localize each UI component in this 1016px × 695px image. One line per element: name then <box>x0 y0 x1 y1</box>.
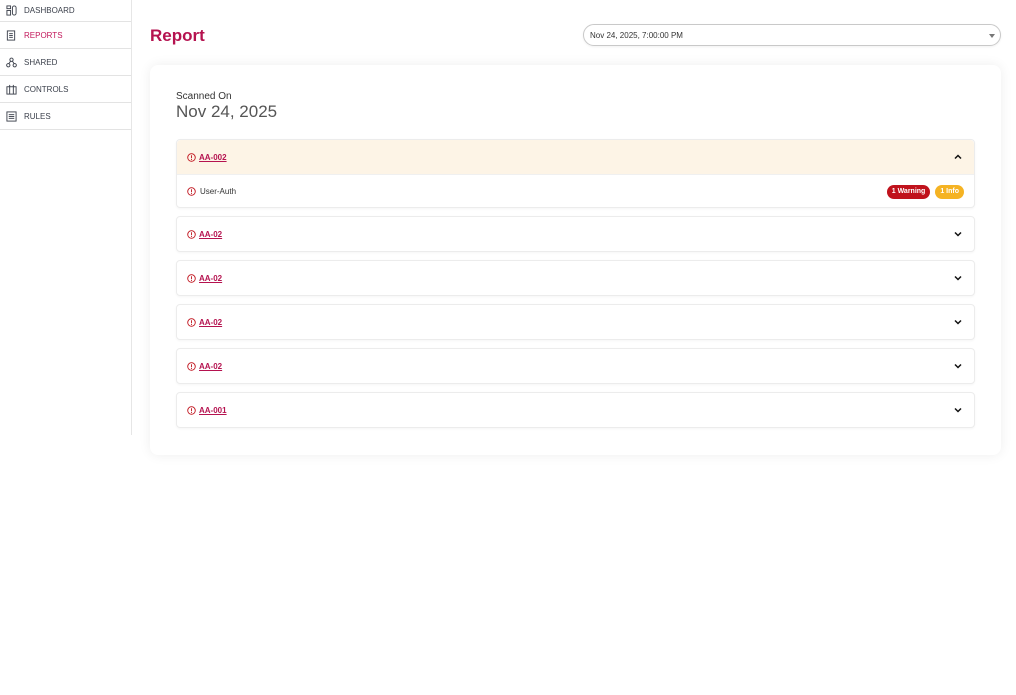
accordion-title-link[interactable]: AA-02 <box>199 318 222 327</box>
sidebar-item-rules[interactable]: RULES <box>0 103 131 130</box>
accordion-group: AA-02 <box>176 216 975 252</box>
alert-icon <box>187 317 196 327</box>
chevron-down-icon[interactable] <box>953 361 963 371</box>
accordion-group: AA-001 <box>176 392 975 428</box>
sidebar-item-controls[interactable]: CONTROLS <box>0 76 131 103</box>
accordion-title-link[interactable]: AA-001 <box>199 406 227 415</box>
rules-icon <box>5 110 17 122</box>
accordion-header[interactable]: AA-002 <box>177 140 974 174</box>
accordion-title-link[interactable]: AA-002 <box>199 153 227 162</box>
sidebar-item-label: SHARED <box>24 57 58 67</box>
info-badge: 1 Info <box>935 185 964 199</box>
sidebar-item-label: DASHBOARD <box>24 6 75 15</box>
warning-badge: 1 Warning <box>886 185 931 199</box>
report-icon <box>5 29 17 41</box>
report-card: Scanned On Nov 24, 2025 AA-002 User-Auth… <box>150 65 1001 455</box>
main-content: Report Nov 24, 2025, 7:00:00 PM Scanned … <box>133 0 1016 455</box>
chevron-down-icon[interactable] <box>953 317 963 327</box>
accordion-group: AA-02 <box>176 304 975 340</box>
rule-row: User-Auth 1 Warning 1 Info <box>177 174 974 207</box>
dashboard-icon <box>5 5 17 17</box>
accordion-title-link[interactable]: AA-02 <box>199 274 222 283</box>
controls-icon <box>5 83 17 95</box>
page-title: Report <box>150 26 205 45</box>
accordion-header[interactable]: AA-02 <box>177 349 974 383</box>
scanned-date: Nov 24, 2025 <box>176 102 278 121</box>
accordion-group: AA-02 <box>176 348 975 384</box>
alert-icon <box>187 405 196 415</box>
badge-group: 1 Warning 1 Info <box>886 185 964 199</box>
alert-icon <box>187 361 196 371</box>
shared-icon <box>5 56 17 68</box>
accordion-group: AA-002 User-Auth 1 Warning 1 Info <box>176 139 975 208</box>
chevron-up-icon[interactable] <box>953 152 963 162</box>
sidebar-item-label: CONTROLS <box>24 84 69 94</box>
alert-icon <box>187 186 196 196</box>
scan-date-value: Nov 24, 2025, 7:00:00 PM <box>590 30 683 40</box>
rule-name: User-Auth <box>200 186 237 196</box>
chevron-down-icon[interactable] <box>953 229 963 239</box>
sidebar-item-reports[interactable]: REPORTS <box>0 22 131 49</box>
chevron-down-icon[interactable] <box>953 273 963 283</box>
sidebar-item-label: REPORTS <box>24 30 63 40</box>
accordion-header[interactable]: AA-02 <box>177 305 974 339</box>
accordion-group: AA-02 <box>176 260 975 296</box>
chevron-down-icon <box>989 34 995 38</box>
accordion-header[interactable]: AA-02 <box>177 217 974 251</box>
sidebar-item-dashboard[interactable]: DASHBOARD <box>0 0 131 22</box>
accordion-header[interactable]: AA-02 <box>177 261 974 295</box>
alert-icon <box>187 273 196 283</box>
sidebar-item-label: RULES <box>24 111 51 121</box>
alert-icon <box>187 229 196 239</box>
scan-date-select[interactable]: Nov 24, 2025, 7:00:00 PM <box>583 24 1001 46</box>
sidebar: DASHBOARD REPORTS SHARED CONTROLS RULES <box>0 0 132 435</box>
accordion-title-link[interactable]: AA-02 <box>199 362 222 371</box>
sidebar-item-shared[interactable]: SHARED <box>0 49 131 76</box>
scanned-on-label: Scanned On <box>176 91 232 102</box>
chevron-down-icon[interactable] <box>953 405 963 415</box>
alert-icon <box>187 152 196 162</box>
accordion-header[interactable]: AA-001 <box>177 393 974 427</box>
accordion-title-link[interactable]: AA-02 <box>199 230 222 239</box>
